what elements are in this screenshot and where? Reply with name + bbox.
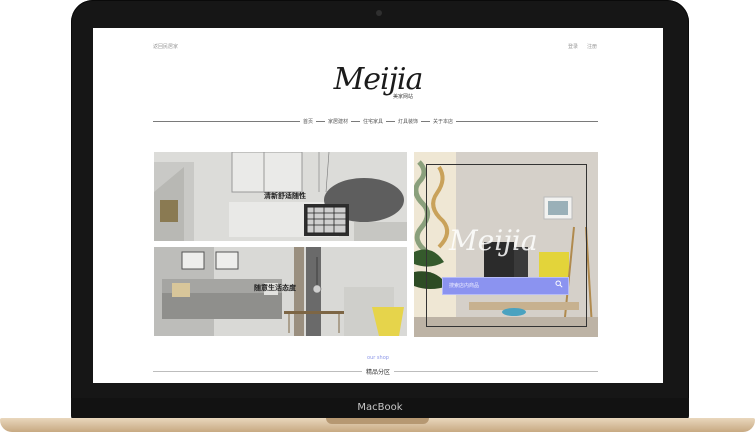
device-brand: MacBook [357,402,403,413]
camera-icon [376,10,382,16]
hero-photo-1[interactable]: 清新舒适随性 [154,152,407,241]
section-eyebrow: our shop [367,355,389,361]
section-title: 精品分区 [361,367,394,376]
nav-item-furniture[interactable]: 住宅家具 [359,118,386,125]
tile2-caption: 随意生活态度 [254,284,296,292]
section-title-wrap: 精品分区 [93,367,663,376]
laptop-screen: 返回民居家 登录 注册 Meijia 美家网站 首页 家居建材 住宅家具 灯具装… [93,28,663,383]
logo-subtitle: 美家网站 [393,94,414,100]
site-logo[interactable]: Meijia [93,62,663,97]
login-link[interactable]: 登录 [568,43,578,50]
nav-item-building[interactable]: 家居建材 [324,118,351,125]
tile1-caption: 清新舒适随性 [264,192,306,200]
search-icon[interactable] [555,280,563,288]
back-link[interactable]: 返回民居家 [153,43,178,50]
decorative-frame [426,164,587,327]
register-link[interactable]: 注册 [587,43,597,50]
nav-item-home[interactable]: 首页 [299,118,316,125]
main-nav: 首页 家居建材 住宅家具 灯具装饰 关于本店 [93,118,663,125]
nav-item-lighting[interactable]: 灯具装饰 [395,118,422,125]
search-placeholder: 搜索店内商品 [449,283,480,289]
laptop-notch [326,418,429,424]
hero-photo-2[interactable]: 随意生活态度 [154,247,407,336]
nav-item-about[interactable]: 关于本店 [430,118,457,125]
